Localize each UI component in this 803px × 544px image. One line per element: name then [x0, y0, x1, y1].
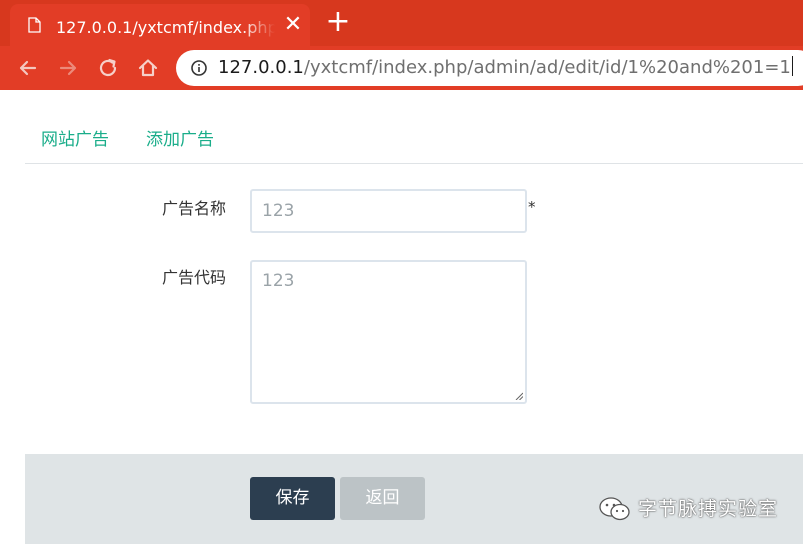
- url-host: 127.0.0.1: [218, 57, 304, 78]
- info-icon[interactable]: [190, 59, 208, 77]
- ad-code-value: 123: [262, 271, 295, 291]
- page-icon: [28, 17, 41, 33]
- watermark: 字节脉搏实验室: [598, 494, 778, 524]
- tab-add-ad[interactable]: 添加广告: [146, 128, 214, 152]
- tab-ad-list[interactable]: 网站广告: [41, 128, 109, 152]
- save-button[interactable]: 保存: [250, 477, 335, 520]
- wechat-icon: [599, 497, 630, 521]
- new-tab-button[interactable]: +: [324, 7, 352, 37]
- back-button[interactable]: 返回: [340, 477, 425, 520]
- required-mark: *: [528, 198, 536, 216]
- ad-name-input[interactable]: [250, 189, 527, 233]
- ad-code-label: 广告代码: [161, 268, 226, 287]
- page-content: 网站广告 添加广告 广告名称 * 广告代码 123 保存 返回: [0, 90, 803, 544]
- browser-toolbar: 127.0.0.1/yxtcmf/index.php/admin/ad/edit…: [0, 46, 803, 90]
- browser-tab[interactable]: 127.0.0.1/yxtcmf/index.php/ad ✕: [10, 4, 310, 46]
- page-tabs: 网站广告 添加广告: [25, 90, 803, 164]
- url-path: /yxtcmf/index.php/admin/ad/edit/id/1%20a…: [303, 57, 791, 78]
- arrow-right-icon[interactable]: [55, 55, 81, 81]
- arrow-left-icon[interactable]: [15, 55, 41, 81]
- resize-handle-icon[interactable]: [515, 392, 523, 400]
- reload-icon[interactable]: [95, 55, 121, 81]
- home-icon[interactable]: [135, 55, 161, 81]
- address-bar[interactable]: 127.0.0.1/yxtcmf/index.php/admin/ad/edit…: [176, 50, 803, 86]
- close-icon[interactable]: ✕: [282, 14, 304, 36]
- watermark-text: 字节脉搏实验室: [638, 498, 779, 520]
- browser-tab-bar: 127.0.0.1/yxtcmf/index.php/ad ✕ +: [0, 0, 803, 46]
- text-caret: [791, 56, 793, 76]
- ad-code-textarea[interactable]: 123: [250, 260, 527, 404]
- ad-name-label: 广告名称: [161, 199, 226, 218]
- url-text[interactable]: 127.0.0.1/yxtcmf/index.php/admin/ad/edit…: [218, 56, 803, 80]
